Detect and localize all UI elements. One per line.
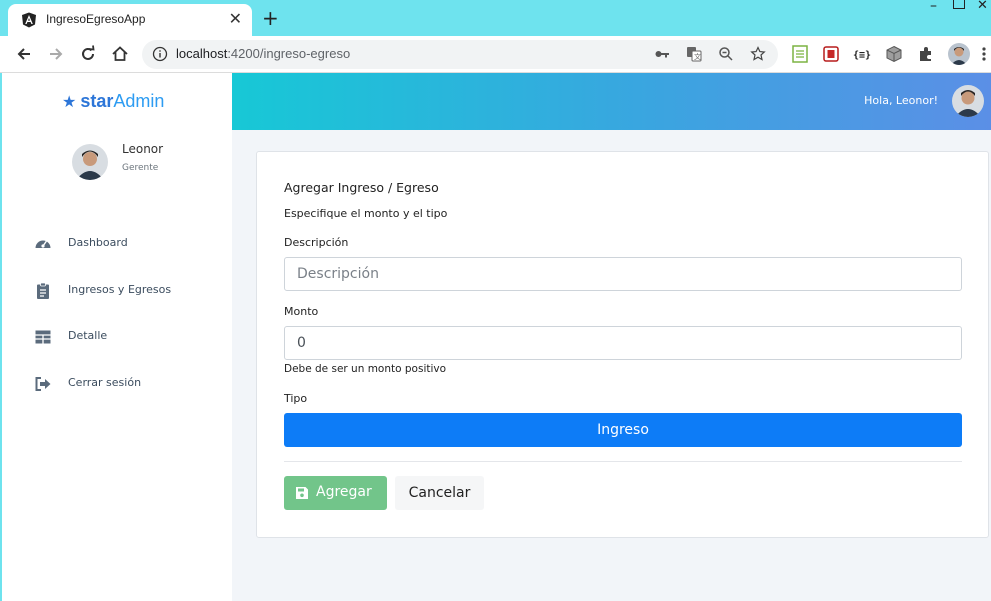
type-toggle-button[interactable]: Ingreso — [284, 413, 962, 447]
brand-logo[interactable]: ★ starAdmin — [62, 91, 164, 112]
sidebar-item-label: Cerrar sesión — [68, 376, 142, 389]
browser-profile-avatar[interactable] — [948, 43, 970, 65]
new-tab-button[interactable]: + — [262, 7, 279, 29]
amount-input[interactable] — [284, 326, 962, 360]
avatar — [72, 144, 108, 180]
url-path: :4200/ingreso-egreso — [227, 46, 351, 61]
sidebar-item-cerrar-sesion[interactable]: Cerrar sesión — [34, 373, 224, 395]
amount-help-text: Debe de ser un monto positivo — [284, 363, 447, 375]
menu-dots-icon[interactable] — [979, 45, 989, 63]
brand-text-admin: Admin — [113, 91, 165, 111]
browser-tab[interactable]: IngresoEgresoApp ✕ — [8, 4, 252, 36]
clipboard-icon — [37, 282, 49, 299]
shield-extension-icon[interactable] — [822, 45, 840, 63]
brand-text-star: star — [80, 91, 114, 111]
user-avatar[interactable] — [952, 85, 984, 117]
description-input[interactable] — [284, 257, 962, 291]
sheets-extension-icon[interactable] — [791, 45, 809, 63]
svg-text:文: 文 — [694, 52, 701, 61]
zoom-out-icon[interactable] — [718, 46, 734, 62]
cancel-button[interactable]: Cancelar — [395, 476, 484, 510]
sidebar-item-detalle[interactable]: Detalle — [34, 326, 224, 348]
sidebar-item-label: Ingresos y Egresos — [68, 283, 172, 296]
key-icon[interactable] — [654, 46, 670, 62]
tab-title: IngresoEgresoApp — [46, 12, 146, 26]
logout-icon — [35, 377, 51, 391]
url-host: localhost — [176, 46, 228, 61]
window-maximize-button[interactable] — [953, 0, 965, 9]
divider — [284, 461, 962, 462]
star-icon: ★ — [62, 94, 77, 111]
window-minimize-button[interactable]: – — [930, 0, 937, 14]
forward-icon[interactable] — [46, 44, 66, 64]
profile-role: Gerente — [122, 163, 159, 173]
profile-name: Leonor — [122, 142, 164, 156]
browser-tabbar: IngresoEgresoApp ✕ + – ✕ — [0, 0, 991, 36]
form-card: Agregar Ingreso / Egreso Especifique el … — [256, 151, 989, 538]
amount-label: Monto — [284, 305, 319, 318]
browser-toolbar: localhost:4200/ingreso-egreso 文 {≡} — [0, 36, 991, 73]
table-icon — [35, 330, 51, 344]
page-title: Agregar Ingreso / Egreso — [284, 180, 439, 195]
reload-icon[interactable] — [78, 44, 98, 64]
speedometer-icon — [35, 240, 51, 248]
bookmark-star-icon[interactable] — [750, 46, 766, 62]
add-button[interactable]: Agregar — [284, 476, 387, 510]
json-extension-icon[interactable]: {≡} — [853, 45, 871, 63]
svg-text:{≡}: {≡} — [853, 50, 871, 61]
add-button-label: Agregar — [316, 484, 372, 500]
save-icon — [296, 487, 308, 499]
back-icon[interactable] — [14, 44, 34, 64]
url-text: localhost:4200/ingreso-egreso — [176, 46, 350, 61]
translate-icon[interactable]: 文 — [686, 46, 702, 62]
sidebar-item-label: Dashboard — [68, 236, 128, 249]
type-label: Tipo — [284, 392, 308, 405]
sidebar: ★ starAdmin Leonor Gerente Dashboard Ingr… — [0, 73, 232, 601]
top-navbar: Hola, Leonor! — [232, 73, 991, 130]
description-label: Descripción — [284, 236, 349, 249]
address-bar[interactable]: localhost:4200/ingreso-egreso 文 — [142, 40, 778, 69]
user-greeting: Hola, Leonor! — [864, 94, 938, 107]
form-subtitle: Especifique el monto y el tipo — [284, 207, 448, 220]
sidebar-item-label: Detalle — [68, 329, 108, 342]
info-icon[interactable] — [152, 46, 168, 62]
cube-extension-icon[interactable] — [885, 45, 903, 63]
angular-icon — [22, 12, 36, 28]
sidebar-item-ingresos-egresos[interactable]: Ingresos y Egresos — [34, 280, 224, 302]
home-icon[interactable] — [110, 44, 130, 64]
sidebar-item-dashboard[interactable]: Dashboard — [34, 233, 224, 255]
tab-close-icon[interactable]: ✕ — [229, 10, 242, 28]
window-close-button[interactable]: ✕ — [977, 0, 991, 14]
puzzle-extensions-icon[interactable] — [917, 45, 935, 63]
